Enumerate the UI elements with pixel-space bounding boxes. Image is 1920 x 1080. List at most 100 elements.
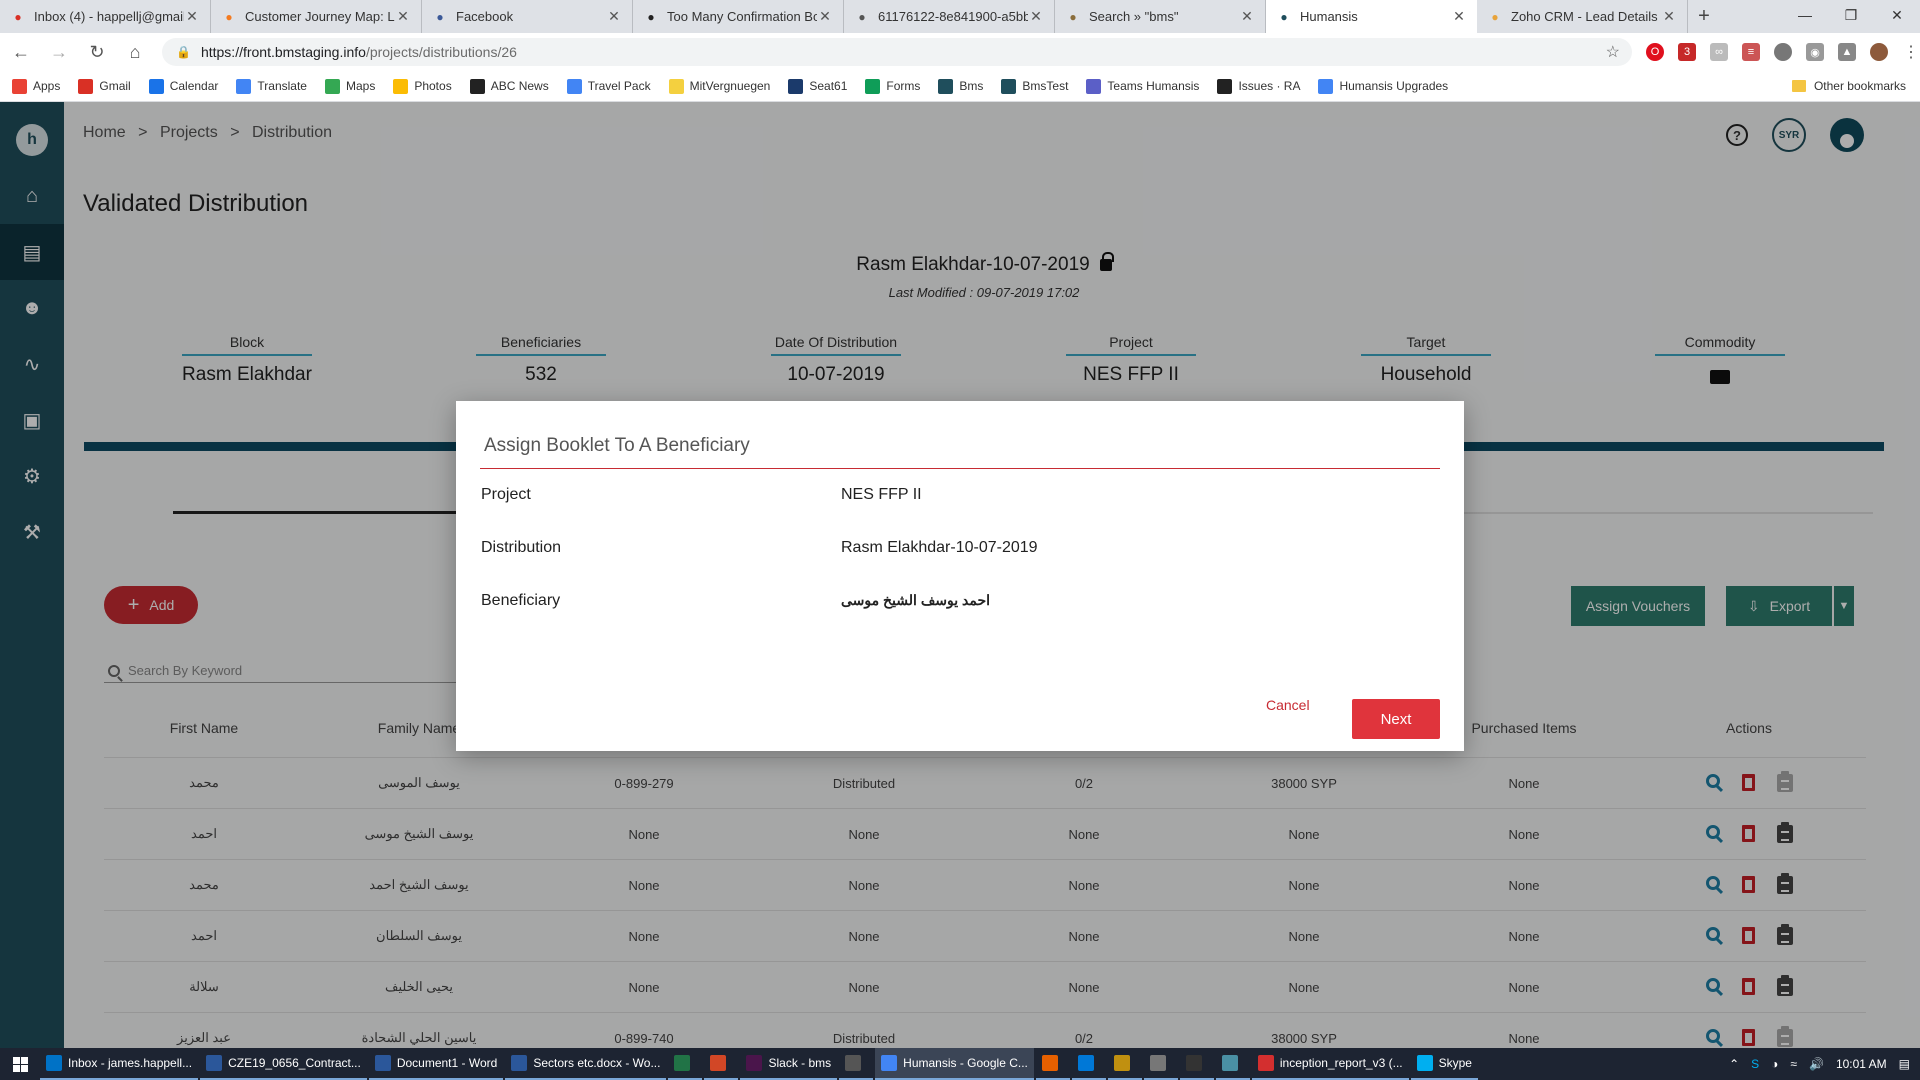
taskbar-item[interactable]: CZE19_0656_Contract... [200,1048,367,1080]
taskbar-item[interactable] [704,1048,739,1080]
notifications-icon[interactable]: ▤ [1899,1057,1910,1071]
wifi-icon[interactable]: ≈ [1790,1057,1797,1071]
pdf-icon [1257,1055,1274,1071]
pdf-ext-icon[interactable]: ≡ [1742,43,1760,61]
browser-tab[interactable]: ● Customer Journey Map: Luc ✕ [211,0,422,33]
tray-up-icon[interactable]: ⌃ [1729,1057,1739,1071]
bookmark-item[interactable]: Teams Humansis [1086,78,1200,94]
bookmark-item[interactable]: ABC News [469,78,549,94]
browser-tab[interactable]: ● Zoho CRM - Lead Details ✕ [1477,0,1688,33]
close-tab-icon[interactable]: ✕ [817,8,833,25]
other-bookmarks[interactable]: Other bookmarks [1791,79,1906,93]
volume-icon[interactable]: 🔊 [1809,1057,1824,1071]
bookmark-item[interactable]: MitVergnuegen [668,78,770,94]
dialog-label: Distribution [481,539,562,556]
clock[interactable]: 10:01 AM [1836,1057,1887,1071]
url-field[interactable]: 🔒 https://front.bmstaging.info/projects/… [162,38,1632,66]
bookmark-item[interactable]: Travel Pack [566,78,651,94]
browser-tab[interactable]: ● Search » "bms" ✕ [1055,0,1266,33]
network-icon[interactable]: ◑ [1771,1057,1778,1071]
minimize-icon[interactable]: — [1782,0,1828,30]
calendar-ext-icon[interactable]: 3 [1678,43,1696,61]
browser-tab[interactable]: ● Humansis ✕ [1266,0,1477,33]
gmail-icon: ● [14,9,22,24]
bookmark-item[interactable]: Issues · RA [1217,78,1300,94]
taskbar-item[interactable]: Slack - bms [740,1048,838,1080]
new-tab-button[interactable]: + [1688,0,1720,33]
profile-icon[interactable] [1870,43,1888,61]
close-tab-icon[interactable]: ✕ [184,8,200,25]
facebook-icon: ● [436,9,444,24]
bookmark-item[interactable]: Humansis Upgrades [1318,78,1448,94]
taskbar-item[interactable] [1035,1048,1070,1080]
close-tab-icon[interactable]: ✕ [1661,8,1677,25]
bookmark-label: Teams Humansis [1107,79,1200,93]
cancel-button[interactable]: Cancel [1266,697,1310,713]
close-tab-icon[interactable]: ✕ [1028,8,1044,25]
taskbar-item[interactable]: Sectors etc.docx - Wo... [505,1048,667,1080]
home-icon[interactable]: ⌂ [118,35,152,69]
humansis-icon [938,78,954,94]
ext-icon[interactable]: ∞ [1710,43,1728,61]
taskbar-item[interactable]: Inbox - james.happell... [40,1048,199,1080]
taskbar-item[interactable] [668,1048,703,1080]
browser-tab[interactable]: ● Too Many Confirmation Bo ✕ [633,0,844,33]
system-tray: ⌃ S ◑ ≈ 🔊 10:01 AM ▤ [1729,1048,1910,1080]
tab-title: Customer Journey Map: Luc [245,9,395,24]
taskbar-item[interactable] [1107,1048,1142,1080]
taskbar-item[interactable] [839,1048,874,1080]
ext-circle-icon[interactable] [1774,43,1792,61]
close-tab-icon[interactable]: ✕ [1239,8,1255,25]
browser-tab[interactable]: ● Facebook ✕ [422,0,633,33]
browser-tab[interactable]: ● Inbox (4) - happellj@gmail... ✕ [0,0,211,33]
taskbar-item[interactable]: Skype [1410,1048,1478,1080]
forward-icon[interactable]: → [42,35,76,69]
bookmark-star-icon[interactable]: ☆ [1606,42,1620,62]
taskbar-label: inception_report_v3 (... [1279,1056,1403,1070]
maps-icon [324,78,340,94]
bookmark-item[interactable]: Calendar [148,78,218,94]
bookmark-label: Translate [257,79,307,93]
taskbar-item[interactable] [1071,1048,1106,1080]
bookmark-item[interactable]: Gmail [78,78,131,94]
bookmark-item[interactable]: Seat61 [788,78,847,94]
teams-icon [1086,78,1102,94]
opera-icon[interactable]: O [1646,43,1664,61]
bookmark-item[interactable]: Photos [393,78,452,94]
address-bar: ← → ↻ ⌂ 🔒 https://front.bmstaging.info/p… [0,33,1920,71]
camera-ext-icon[interactable]: ◉ [1806,43,1824,61]
drive-ext-icon[interactable]: ▲ [1838,43,1856,61]
browser-tab[interactable]: ● 61176122-8e841900-a5bb- ✕ [844,0,1055,33]
reload-icon[interactable]: ↻ [80,35,114,69]
taskbar-item[interactable]: inception_report_v3 (... [1251,1048,1409,1080]
taskbar-item[interactable] [1215,1048,1250,1080]
photos-icon [393,78,409,94]
taskbar-item[interactable] [1143,1048,1178,1080]
bookmark-label: Photos [414,79,452,93]
doc-icon [566,78,582,94]
notepad-icon [1221,1055,1238,1071]
powerpoint-icon [710,1055,727,1071]
taskbar-item[interactable]: Document1 - Word [368,1048,504,1080]
bookmark-item[interactable]: Translate [236,78,307,94]
back-icon[interactable]: ← [4,35,38,69]
globe-icon: ● [858,9,866,24]
bookmark-item[interactable]: Bms [938,78,983,94]
close-tab-icon[interactable]: ✕ [606,8,622,25]
close-window-icon[interactable]: ✕ [1874,0,1920,30]
lock-icon: 🔒 [176,45,191,59]
next-button[interactable]: Next [1352,699,1440,739]
taskbar-item[interactable]: Humansis - Google C... [875,1048,1034,1080]
bookmark-item[interactable]: Maps [324,78,375,94]
menu-icon[interactable]: ⋮ [1902,43,1920,61]
windows-start-icon[interactable] [0,1048,40,1080]
taskbar-item[interactable] [1179,1048,1214,1080]
bookmark-item[interactable]: Forms [865,78,920,94]
skype-tray-icon[interactable]: S [1751,1057,1759,1071]
bookmark-label: Apps [33,79,61,93]
restore-icon[interactable]: ❐ [1828,0,1874,30]
close-tab-icon[interactable]: ✕ [395,8,411,25]
close-tab-icon[interactable]: ✕ [1451,8,1467,25]
bookmark-item[interactable]: BmsTest [1001,78,1068,94]
bookmark-item[interactable]: Apps [12,78,61,94]
